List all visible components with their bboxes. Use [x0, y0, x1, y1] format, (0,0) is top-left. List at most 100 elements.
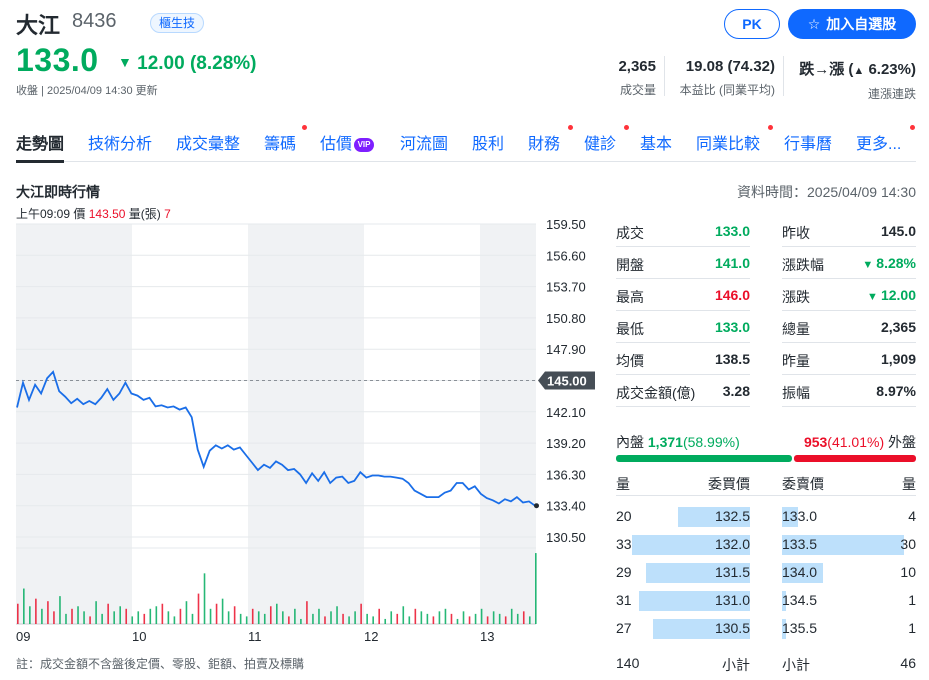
y-tick-label: 130.50 — [546, 530, 586, 545]
volume-bar — [257, 611, 260, 624]
add-watchlist-button[interactable]: ☆ 加入自選股 — [788, 9, 916, 39]
volume-bar — [414, 608, 417, 624]
quote-value-text: 8.28% — [876, 255, 916, 271]
volume-bar — [203, 573, 206, 624]
market-badge[interactable]: 櫃生技 — [150, 13, 205, 33]
ask-qty: 1 — [908, 592, 916, 608]
inner-volume: 內盤 1,371(58.99%) — [616, 432, 740, 452]
volume-bar — [360, 603, 362, 624]
volume-bar — [306, 601, 308, 624]
tab-4[interactable]: 籌碼 — [264, 125, 307, 154]
volume-bar — [348, 616, 350, 624]
stat-streak-prefix: 跌→漲 — [799, 61, 845, 78]
tab-label: 河流圖 — [400, 136, 449, 153]
tab-8[interactable]: 財務 — [528, 125, 573, 154]
tab-5[interactable]: 估價 VIP — [320, 130, 375, 154]
volume-bar — [107, 603, 109, 624]
quote-row: 昨收 145.0 — [782, 215, 916, 247]
bid-qty: 20 — [616, 508, 632, 524]
quote-label: 成交 — [616, 225, 644, 241]
bid-qty: 31 — [616, 592, 632, 608]
tab-3[interactable]: 成交彙整 — [176, 130, 240, 154]
quote-value-text: 138.5 — [714, 351, 750, 367]
tab-9[interactable]: 健診 — [584, 125, 629, 154]
ask-qty: 30 — [900, 536, 916, 552]
divider — [616, 495, 916, 496]
volume-bar — [336, 606, 338, 624]
stat-pe-value: 19.08 (74.32) — [685, 58, 775, 75]
ask-row: 135.5 1 — [782, 615, 916, 643]
volume-bar — [221, 598, 224, 624]
x-tick-label: 09 — [16, 629, 30, 644]
quote-row: 振幅 8.97% — [782, 375, 916, 407]
bid-row: 31 131.0 — [616, 587, 750, 615]
tab-11[interactable]: 同業比較 — [696, 125, 773, 154]
volume-bar — [426, 613, 429, 624]
stat-volume-value: 2,365 — [618, 58, 656, 75]
volume-bar — [155, 606, 158, 624]
volume-bar — [528, 616, 531, 624]
y-tick-label: 133.40 — [546, 499, 586, 514]
volume-bar — [510, 608, 513, 624]
tab-10[interactable]: 基本 — [640, 130, 672, 154]
quote-value: ▼ 8.28% — [862, 255, 916, 271]
volume-bar — [137, 611, 140, 624]
volume-bar — [456, 618, 459, 624]
tab-label: 股利 — [472, 136, 505, 153]
volume-bar — [330, 611, 332, 624]
quote-label: 成交金額(億) — [616, 385, 696, 401]
ask-row: 134.0 10 — [782, 559, 916, 587]
tab-label: 走勢圖 — [16, 136, 65, 153]
reference-price-label: 145.00 — [547, 374, 587, 389]
quote-label: 漲跌幅 — [782, 257, 824, 273]
quote-label: 漲跌 — [782, 289, 810, 305]
outer-pct: (41.01%) — [827, 434, 885, 450]
intraday-chart[interactable]: 159.50 156.60 153.70 150.80 147.90 145.00 142.… — [0, 215, 600, 680]
bid-row: 33 132.0 — [616, 531, 750, 559]
x-tick-label: 12 — [364, 629, 378, 644]
tab-bar: 走勢圖 技術分析 成交彙整 籌碼 估價 VIP 河流圖 股利 財務 健診 基本 同業比較 行事曆 更多..… — [16, 120, 916, 163]
down-arrow-icon: ▼ — [118, 54, 132, 70]
ask-qty: 1 — [908, 620, 916, 636]
volume-bar — [462, 611, 465, 624]
volume-bar — [535, 553, 537, 624]
volume-bar — [294, 608, 296, 624]
volume-bar — [474, 613, 477, 624]
ask-price: 133.5 — [782, 536, 818, 552]
quote-value: 2,365 — [881, 319, 916, 335]
pk-button[interactable]: PK — [724, 9, 780, 39]
ask-qty: 10 — [900, 564, 916, 580]
volume-bar — [432, 616, 435, 624]
volume-bar — [113, 611, 115, 624]
volume-bar — [53, 611, 55, 624]
ask-price-header: 委賣價 — [782, 476, 824, 492]
divider — [783, 56, 784, 96]
quote-value: ▼ 12.00 — [867, 287, 916, 303]
tab-2[interactable]: 技術分析 — [88, 130, 152, 154]
outer-label: 外盤 — [888, 434, 916, 450]
outer-value: 953 — [803, 434, 828, 450]
volume-bar — [408, 616, 411, 624]
volume-bar — [342, 613, 344, 624]
tab-label: 健診 — [584, 136, 617, 153]
volume-bar — [251, 608, 254, 624]
quote-value-text: 2,365 — [880, 319, 916, 335]
notification-dot-icon — [302, 125, 307, 130]
quote-value: 1,909 — [881, 351, 916, 367]
tab-12[interactable]: 行事曆 — [784, 130, 832, 154]
tab-13[interactable]: 更多... — [856, 125, 915, 154]
x-tick-label: 10 — [132, 629, 146, 644]
tab-1[interactable]: 走勢圖 — [16, 130, 65, 163]
volume-bar — [396, 613, 399, 624]
tab-7[interactable]: 股利 — [472, 130, 504, 154]
stock-code: 8436 — [72, 10, 117, 32]
quote-row: 總量 2,365 — [782, 311, 916, 343]
y-tick-label: 139.20 — [546, 436, 586, 451]
hour-band — [480, 224, 536, 624]
stat-streak-value: 跌→漲 (▲ 6.23%) — [799, 61, 916, 78]
tab-6[interactable]: 河流圖 — [400, 130, 448, 154]
stat-streak-label: 連漲連跌 — [867, 87, 916, 101]
volume-bar — [522, 611, 525, 624]
bid-price: 131.5 — [714, 564, 750, 580]
volume-bar — [504, 616, 507, 624]
